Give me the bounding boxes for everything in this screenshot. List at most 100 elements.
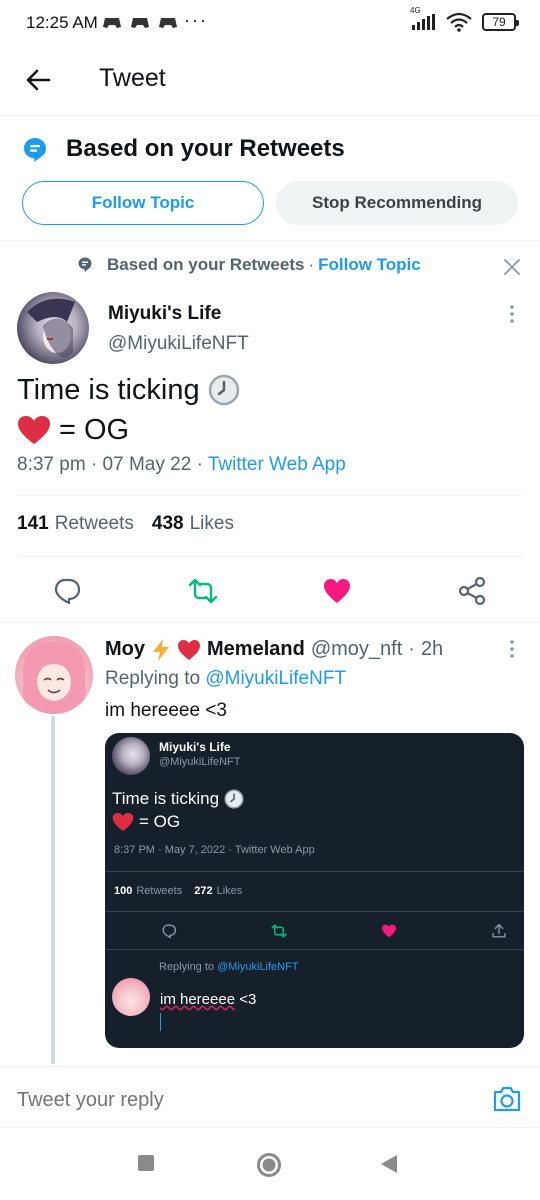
notification-icons	[102, 14, 178, 30]
status-bar: 12:25 AM ··· 4G 79	[0, 0, 540, 48]
avatar-art	[22, 642, 86, 714]
embedded-stats: 100 Retweets 272 Likes	[114, 885, 242, 897]
close-icon[interactable]	[503, 258, 521, 276]
home-icon[interactable]	[256, 1152, 282, 1178]
red-heart-emoji-icon	[18, 416, 50, 444]
topic-banner: Based on your Retweets Follow Topic Stop…	[0, 117, 540, 241]
tweet-actions	[0, 574, 540, 610]
reply-header: Moy Memeland @moy_nft · 2h	[105, 638, 444, 661]
author-name[interactable]: Miyuki's Life	[108, 303, 221, 325]
reply-author-name-last[interactable]: Memeland	[207, 638, 305, 661]
game-controller-icon	[159, 18, 177, 28]
heart-icon	[382, 924, 396, 938]
reply-composer	[0, 1066, 540, 1128]
section-divider	[0, 622, 540, 623]
author-handle[interactable]: @MiyukiLifeNFT	[108, 333, 249, 355]
heart-icon[interactable]	[322, 576, 352, 606]
likes-stat[interactable]: 438 Likes	[152, 513, 234, 535]
avatar-art	[27, 298, 75, 358]
page-title: Tweet	[99, 64, 166, 92]
follow-topic-link[interactable]: Follow Topic	[318, 255, 421, 275]
divider	[17, 495, 524, 496]
embedded-retweets-label: Retweets	[136, 885, 183, 897]
likes-count: 438	[151, 513, 184, 534]
reply-author-name-first[interactable]: Moy	[105, 638, 145, 661]
game-controller-icon	[103, 18, 121, 28]
tweet-body: Time is ticking = OG	[17, 370, 240, 450]
embedded-divider	[105, 911, 524, 912]
embedded-meta: 8:37 PM · May 7, 2022 · Twitter Web App	[114, 844, 315, 856]
embedded-retweets-count: 100	[114, 885, 133, 897]
back-arrow-icon[interactable]	[22, 64, 54, 96]
reply-author-handle[interactable]: @moy_nft	[311, 638, 402, 661]
retweets-label: Retweets	[54, 513, 134, 534]
embedded-author-handle: @MiyukiLifeNFT	[159, 756, 241, 768]
network-type: 4G	[410, 6, 421, 15]
reply-media-image[interactable]: Miyuki's Life @MiyukiLifeNFT Time is tic…	[105, 733, 524, 1048]
battery-icon: 79	[482, 13, 519, 31]
share-icon	[492, 923, 506, 938]
reply-time: 2h	[420, 638, 444, 660]
thread-line	[51, 716, 55, 1064]
embedded-author-name: Miyuki's Life	[159, 740, 231, 754]
recent-apps-icon[interactable]	[137, 1154, 155, 1172]
author-avatar[interactable]	[17, 292, 89, 364]
more-icon[interactable]	[509, 304, 515, 324]
embedded-divider	[105, 871, 524, 872]
embedded-tweet-line-1: Time is ticking	[112, 787, 244, 810]
reply-icon	[162, 924, 177, 939]
divider	[17, 556, 524, 557]
wifi-icon	[446, 12, 472, 32]
embedded-text-line-1: Time is ticking	[112, 789, 220, 808]
embedded-divider	[105, 949, 524, 950]
system-navigation-bar	[0, 1130, 540, 1200]
retweet-icon[interactable]	[188, 576, 218, 606]
text-cursor	[160, 1013, 161, 1031]
replying-handle-link[interactable]: @MiyukiLifeNFT	[205, 668, 346, 689]
retweet-icon	[271, 924, 287, 938]
red-heart-emoji-icon	[112, 812, 134, 831]
tweet-text-line-1: Time is ticking	[17, 374, 200, 406]
red-heart-emoji-icon	[178, 639, 200, 660]
embedded-retweets: 100 Retweets	[114, 885, 182, 897]
tweet-line-1: Time is ticking	[17, 370, 240, 410]
lightning-icon	[153, 638, 169, 661]
signal-icon: 4G	[410, 6, 436, 30]
camera-icon[interactable]	[492, 1085, 522, 1113]
tweet-source[interactable]: Twitter Web App	[208, 454, 346, 475]
replying-prefix: Replying to	[105, 668, 201, 689]
clock-emoji-icon	[224, 788, 244, 809]
follow-topic-button[interactable]: Follow Topic	[22, 181, 264, 225]
reply-author-avatar[interactable]	[15, 636, 93, 714]
stop-recommending-button[interactable]: Stop Recommending	[276, 181, 518, 225]
tweet-stats: 141 Retweets 438 Likes	[17, 513, 234, 535]
share-icon[interactable]	[457, 576, 487, 606]
separator: ·	[308, 255, 315, 274]
social-context: Based on your Retweets · Follow Topic	[78, 255, 421, 275]
embedded-replying-prefix: Replying to	[159, 961, 215, 973]
embedded-reply-text: im hereeee <3	[160, 991, 256, 1008]
embedded-likes: 272 Likes	[194, 885, 242, 897]
status-time: 12:25 AM	[26, 13, 98, 32]
reply-icon[interactable]	[52, 576, 82, 606]
top-app-bar: Tweet	[0, 48, 540, 116]
topic-title: Based on your Retweets	[66, 135, 345, 162]
embedded-replying-to: Replying to @MiyukiLifeNFT	[159, 961, 299, 973]
embedded-likes-count: 272	[194, 885, 213, 897]
reply-text: im hereeee <3	[105, 700, 227, 721]
embedded-likes-label: Likes	[216, 885, 243, 897]
tweet-text-line-2: = OG	[59, 414, 130, 446]
replying-to: Replying to @MiyukiLifeNFT	[105, 668, 346, 690]
system-icons: 4G 79	[410, 6, 519, 32]
tweet-time: 8:37 pm	[17, 454, 86, 475]
retweets-stat[interactable]: 141 Retweets	[17, 513, 134, 535]
battery-level: 79	[492, 15, 506, 29]
retweets-count: 141	[17, 513, 49, 534]
reply-input[interactable]	[17, 1089, 447, 1112]
more-icon[interactable]	[509, 639, 515, 659]
embedded-text-line-2: = OG	[139, 812, 181, 831]
game-controller-icon	[131, 18, 149, 28]
clock-emoji-icon	[208, 374, 239, 406]
back-nav-icon[interactable]	[380, 1154, 398, 1174]
social-context-text: Based on your Retweets	[107, 255, 305, 274]
